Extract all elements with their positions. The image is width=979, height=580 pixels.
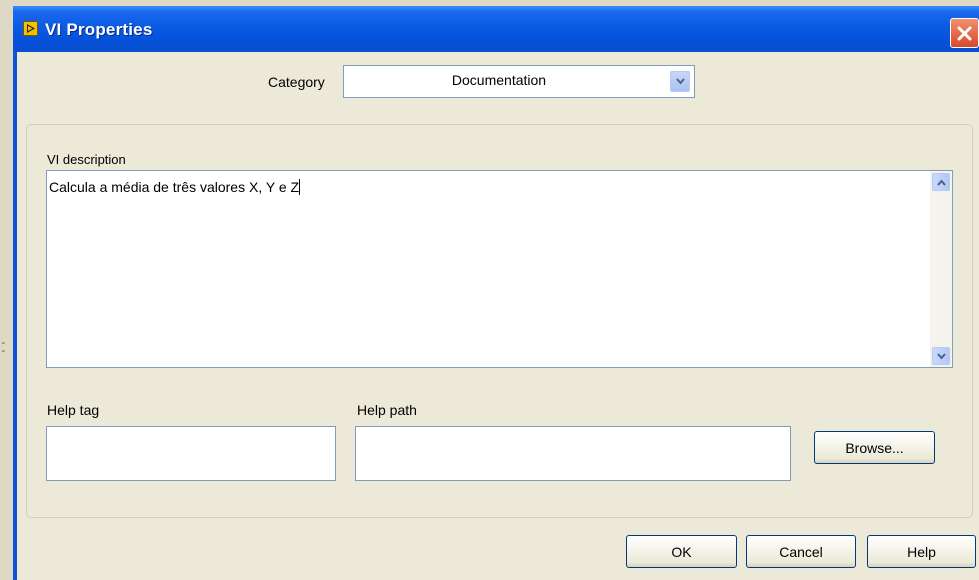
cancel-button[interactable]: Cancel <box>746 535 856 568</box>
scroll-down-icon[interactable] <box>932 347 950 365</box>
browse-button[interactable]: Browse... <box>814 431 935 464</box>
window-title: VI Properties <box>45 20 153 39</box>
description-text: Calcula a média de três valores X, Y e Z <box>49 179 301 195</box>
category-value: Documentation <box>451 72 547 88</box>
category-label: Category <box>268 74 325 90</box>
category-select[interactable]: Documentation <box>343 65 695 98</box>
ok-button[interactable]: OK <box>626 535 737 568</box>
dialog-body: Category Documentation VI description Ca… <box>17 52 979 580</box>
help-button[interactable]: Help <box>867 535 976 568</box>
scroll-up-icon[interactable] <box>932 173 950 191</box>
help-path-field[interactable] <box>355 426 791 481</box>
background-dash: - - <box>0 336 7 357</box>
labview-vi-icon <box>23 21 38 36</box>
title-bar[interactable]: VI Properties <box>13 6 979 52</box>
description-textarea[interactable]: Calcula a média de três valores X, Y e Z <box>46 170 953 368</box>
help-tag-label: Help tag <box>47 402 100 418</box>
help-path-label: Help path <box>357 402 417 418</box>
help-tag-field[interactable] <box>46 426 336 481</box>
close-icon[interactable] <box>950 18 979 48</box>
description-label: VI description <box>47 152 126 167</box>
vi-properties-dialog: VI Properties Category Documentation VI … <box>13 6 979 580</box>
description-scrollbar[interactable] <box>930 171 952 367</box>
chevron-down-icon[interactable] <box>670 71 690 92</box>
